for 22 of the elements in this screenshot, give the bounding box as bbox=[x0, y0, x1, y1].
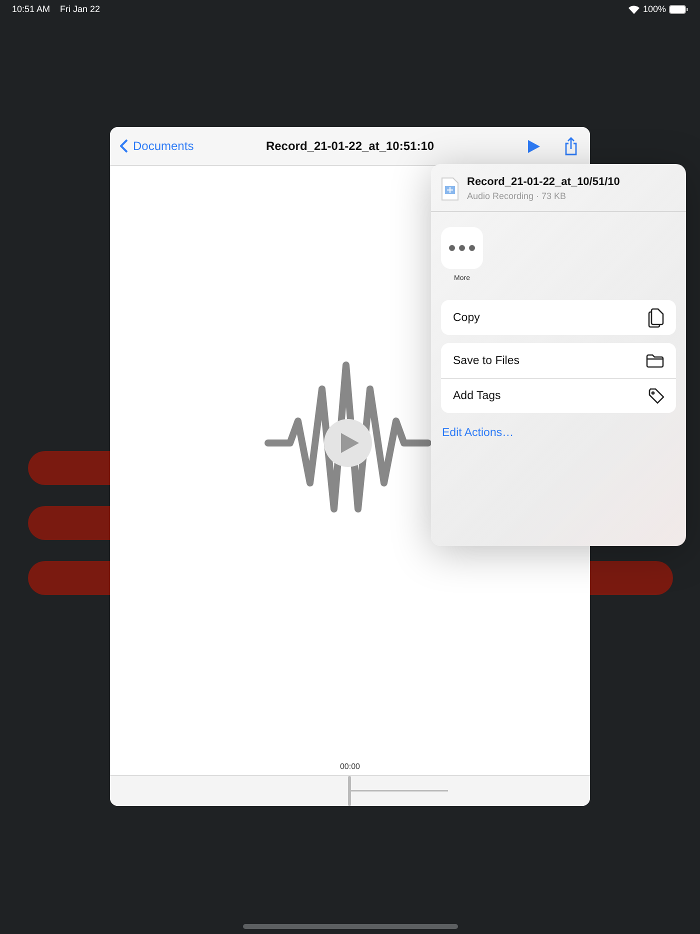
app-tile[interactable] bbox=[441, 227, 483, 269]
action-row[interactable]: Copy bbox=[441, 300, 676, 335]
play-icon[interactable] bbox=[528, 140, 540, 152]
file-info: Audio Recording · 73 KB bbox=[467, 191, 568, 201]
more-icon bbox=[449, 245, 475, 251]
battery-percent: 100% bbox=[642, 4, 666, 14]
back-button[interactable]: Documents bbox=[118, 137, 196, 155]
status-date: Fri Jan 22 bbox=[60, 4, 100, 14]
tag-icon bbox=[648, 388, 664, 404]
action-row[interactable]: Save to Files bbox=[441, 343, 676, 378]
audio-file-icon bbox=[441, 176, 459, 200]
folder-icon bbox=[646, 354, 664, 368]
copy-icon bbox=[648, 308, 664, 328]
window-title: Record_21-01-22_at_10:51:10 bbox=[264, 139, 436, 153]
action-row[interactable]: Add Tags bbox=[441, 378, 676, 413]
chevron-icon bbox=[120, 139, 128, 153]
wifi-icon bbox=[628, 4, 640, 14]
file-name: Record_21-01-22_at_10/51/10 bbox=[467, 176, 620, 188]
playback-time: 00:00 bbox=[338, 762, 362, 771]
status-time: 10:51 AM bbox=[12, 4, 50, 14]
share-icon[interactable] bbox=[564, 136, 578, 156]
battery-icon bbox=[669, 4, 688, 14]
